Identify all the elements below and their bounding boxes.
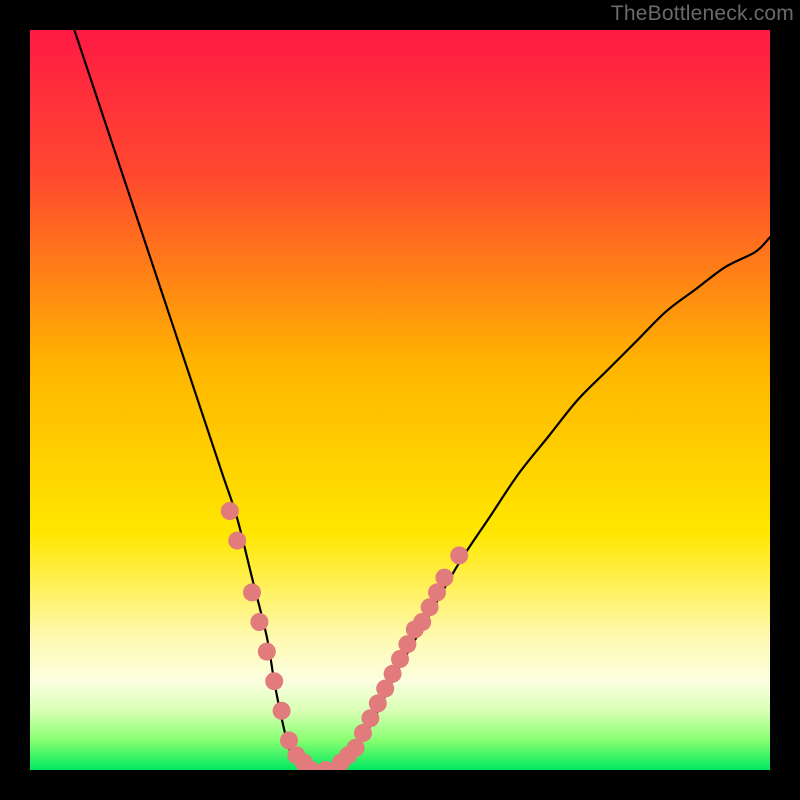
plot-area bbox=[30, 30, 770, 770]
watermark-text: TheBottleneck.com bbox=[611, 2, 794, 26]
chart-frame: TheBottleneck.com bbox=[0, 0, 800, 800]
chart-svg bbox=[30, 30, 770, 770]
